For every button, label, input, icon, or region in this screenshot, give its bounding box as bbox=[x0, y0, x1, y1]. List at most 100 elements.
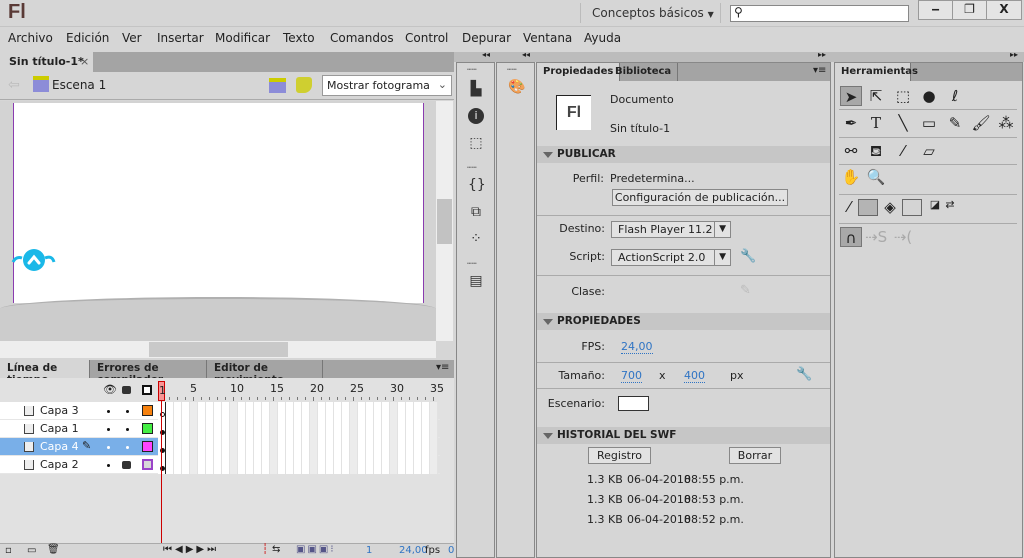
frame-cell[interactable] bbox=[174, 420, 182, 438]
lock-toggle[interactable] bbox=[126, 446, 129, 449]
frame-cell[interactable] bbox=[230, 402, 238, 420]
frame-cell[interactable] bbox=[342, 456, 350, 474]
frame-cell[interactable] bbox=[158, 420, 166, 438]
swap-colors-icon[interactable]: ⇄ bbox=[939, 195, 961, 215]
frame-cell[interactable] bbox=[262, 438, 270, 456]
frame-cell[interactable] bbox=[286, 420, 294, 438]
frame-cell[interactable] bbox=[414, 402, 422, 420]
minimize-button[interactable]: ‒ bbox=[918, 0, 953, 20]
frame-cell[interactable] bbox=[414, 438, 422, 456]
layer-outline-color[interactable] bbox=[142, 459, 153, 470]
frame-cell[interactable] bbox=[190, 438, 198, 456]
frame-cell[interactable] bbox=[254, 438, 262, 456]
layer-outline-color[interactable] bbox=[142, 423, 153, 434]
stage-area[interactable] bbox=[0, 101, 436, 341]
frame-cell[interactable] bbox=[238, 402, 246, 420]
pencil-tool-icon[interactable]: ✎ bbox=[944, 113, 966, 133]
height-value[interactable]: 400 bbox=[684, 369, 705, 383]
line-tool-icon[interactable]: ╲ bbox=[892, 113, 914, 133]
current-frame[interactable]: 1 bbox=[366, 545, 372, 556]
frame-cell[interactable] bbox=[430, 402, 438, 420]
frame-cell[interactable] bbox=[198, 420, 206, 438]
frame-cell[interactable] bbox=[206, 402, 214, 420]
frame-cell[interactable] bbox=[422, 420, 430, 438]
frame-cell[interactable] bbox=[222, 456, 230, 474]
expand-icon[interactable]: ▸▸ bbox=[1010, 50, 1018, 59]
frame-cell[interactable] bbox=[182, 420, 190, 438]
eraser-tool-icon[interactable]: ▱ bbox=[918, 141, 940, 161]
frame-cell[interactable] bbox=[358, 402, 366, 420]
fps-value[interactable]: 24,00 bbox=[621, 340, 653, 354]
frame-cell[interactable] bbox=[294, 456, 302, 474]
hand-tool-icon[interactable]: ✋ bbox=[840, 167, 862, 187]
frame-cell[interactable] bbox=[182, 456, 190, 474]
frame-row[interactable] bbox=[158, 438, 440, 456]
bone-tool-icon[interactable]: ⚯ bbox=[840, 141, 862, 161]
align-icon[interactable]: ▙ bbox=[468, 81, 484, 97]
frame-cell[interactable] bbox=[326, 420, 334, 438]
frame-cell[interactable] bbox=[318, 456, 326, 474]
new-layer-icon[interactable]: ▫ bbox=[5, 545, 12, 556]
frame-cell[interactable] bbox=[422, 402, 430, 420]
panel-menu-icon[interactable]: ▾≡ bbox=[813, 65, 826, 76]
frame-cell[interactable] bbox=[270, 420, 278, 438]
frame-cell[interactable] bbox=[270, 402, 278, 420]
frame-row[interactable] bbox=[158, 420, 440, 438]
new-folder-icon[interactable]: ▭ bbox=[27, 545, 36, 556]
frame-cell[interactable] bbox=[198, 438, 206, 456]
frame-cell[interactable] bbox=[214, 420, 222, 438]
frame-cell[interactable] bbox=[158, 402, 166, 420]
onion-skin-icons[interactable]: ▣▣▣⁝ bbox=[296, 544, 336, 555]
grip-handle[interactable]: ┅┅ bbox=[467, 259, 477, 271]
stage[interactable] bbox=[13, 103, 424, 303]
frame-cell[interactable] bbox=[422, 438, 430, 456]
lock-toggle[interactable] bbox=[126, 428, 129, 431]
view-select[interactable]: Mostrar fotograma ⌄ bbox=[322, 75, 452, 96]
cyan-character-graphic[interactable] bbox=[10, 240, 58, 272]
menu-depurar[interactable]: Depurar bbox=[462, 31, 511, 45]
frame-cell[interactable] bbox=[198, 456, 206, 474]
frame-cell[interactable] bbox=[326, 438, 334, 456]
frame-cell[interactable] bbox=[390, 456, 398, 474]
layer-row[interactable]: Capa 3 bbox=[0, 402, 158, 420]
3d-rotation-tool-icon[interactable]: ● bbox=[918, 86, 940, 106]
snap-magnet-icon[interactable]: ∩ bbox=[840, 227, 862, 247]
frame-cell[interactable] bbox=[398, 456, 406, 474]
frame-cell[interactable] bbox=[230, 438, 238, 456]
frame-cell[interactable] bbox=[326, 402, 334, 420]
frame-cell[interactable] bbox=[174, 402, 182, 420]
frame-cell[interactable] bbox=[294, 438, 302, 456]
frame-cell[interactable] bbox=[182, 438, 190, 456]
frame-cell[interactable] bbox=[254, 420, 262, 438]
scroll-thumb[interactable] bbox=[437, 199, 452, 244]
layer-outline-color[interactable] bbox=[142, 441, 153, 452]
brush-tool-icon[interactable]: 🖌 bbox=[970, 113, 992, 133]
grip-handle[interactable]: ┅┅ bbox=[467, 65, 477, 77]
frame-cell[interactable] bbox=[382, 438, 390, 456]
vertical-scrollbar[interactable] bbox=[436, 101, 453, 341]
components-icon[interactable]: ⧉ bbox=[468, 204, 484, 220]
frame-cell[interactable] bbox=[230, 420, 238, 438]
frame-cell[interactable] bbox=[318, 438, 326, 456]
frame-cell[interactable] bbox=[366, 438, 374, 456]
edit-symbols-icon[interactable] bbox=[296, 77, 312, 93]
lock-icon[interactable] bbox=[122, 386, 131, 394]
expand-bar[interactable]: ▸▸ ▸▸ bbox=[536, 50, 1024, 62]
layer-name[interactable]: Capa 4 bbox=[40, 440, 79, 453]
playback-controls[interactable]: ⏮◀▶▶⏭ bbox=[163, 544, 219, 555]
menu-ventana[interactable]: Ventana bbox=[523, 31, 572, 45]
section-propiedades[interactable]: PROPIEDADES bbox=[537, 313, 830, 330]
lock-icon[interactable] bbox=[122, 461, 131, 469]
frame-cell[interactable] bbox=[310, 402, 318, 420]
motion-presets-icon[interactable]: ⁘ bbox=[468, 231, 484, 247]
pencil-icon[interactable]: ✎ bbox=[740, 283, 751, 298]
frame-cell[interactable] bbox=[430, 456, 438, 474]
frame-cell[interactable] bbox=[222, 402, 230, 420]
frame-cell[interactable] bbox=[278, 438, 286, 456]
expand-icon[interactable]: ▸▸ bbox=[818, 50, 826, 59]
frame-cell[interactable] bbox=[358, 456, 366, 474]
frame-cell[interactable] bbox=[382, 420, 390, 438]
panel-menu-icon[interactable]: ▾≡ bbox=[436, 362, 449, 373]
grip-handle[interactable]: ┅┅ bbox=[507, 65, 517, 77]
rectangle-tool-icon[interactable]: ▭ bbox=[918, 113, 940, 133]
